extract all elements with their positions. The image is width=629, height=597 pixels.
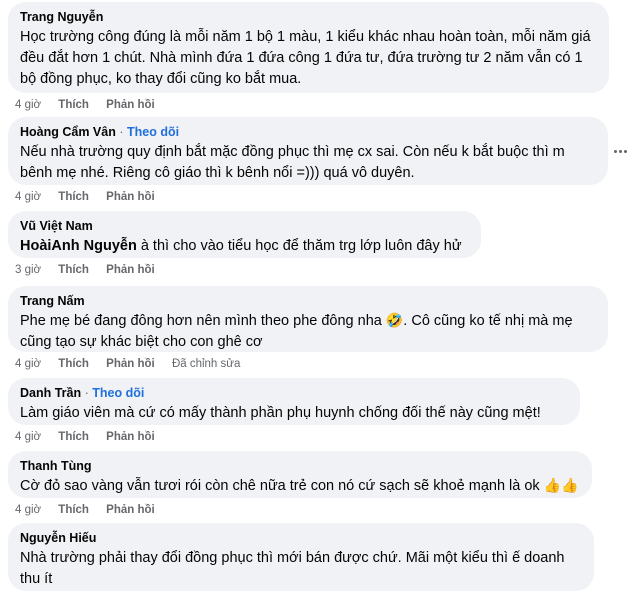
comment: Nguyễn Hiếu Nhà trường phải thay đổi đồn… [8, 523, 594, 591]
comment-time[interactable]: 4 giờ [15, 191, 41, 203]
edited-label[interactable]: Đã chỉnh sửa [172, 358, 240, 370]
comment: Hoàng Cẩm Vân · Theo dõi Nếu nhà trường … [8, 117, 608, 204]
comment-actions: 4 giờ Thích Phản hồi [8, 503, 592, 517]
like-button[interactable]: Thích [58, 358, 89, 370]
like-button[interactable]: Thích [58, 504, 89, 516]
comment: Trang Nguyễn Học trường công đúng là mỗi… [8, 2, 609, 112]
like-button[interactable]: Thích [58, 99, 89, 111]
comment: Danh Trần · Theo dõi Làm giáo viên mà cứ… [8, 378, 580, 444]
comment-author[interactable]: Trang Nguyễn [20, 9, 597, 25]
comment-text: Phe mẹ bé đang đông hơn nên mình theo ph… [20, 311, 596, 353]
like-button[interactable]: Thích [58, 191, 89, 203]
comment-text: Học trường công đúng là mỗi năm 1 bộ 1 m… [20, 29, 591, 87]
comment-text: HoàiAnh Nguyễn à thì cho vào tiểu học để… [20, 236, 469, 257]
comment-author-row: Hoàng Cẩm Vân · Theo dõi [20, 124, 596, 140]
comment-actions: 4 giờ Thích Phản hồi [8, 430, 580, 444]
comment-text: Cờ đỏ sao vàng vẫn tươi rói còn chê nữa … [20, 476, 580, 497]
comment-actions: 4 giờ Thích Phản hồi [8, 98, 609, 112]
comment-author-row: Danh Trần · Theo dõi [20, 385, 568, 401]
reply-button[interactable]: Phản hồi [106, 99, 155, 111]
comment-text: Làm giáo viên mà cứ có mấy thành phần ph… [20, 405, 541, 421]
comment: Vũ Việt Nam HoàiAnh Nguyễn à thì cho vào… [8, 211, 481, 277]
comment-actions: 4 giờ Thích Phản hồi Đã chỉnh sửa [8, 357, 608, 371]
comment-text-body: Cờ đỏ sao vàng vẫn tươi rói còn chê nữa … [20, 478, 540, 494]
comment-bubble: Nguyễn Hiếu Nhà trường phải thay đổi đồn… [8, 523, 594, 591]
comment-time[interactable]: 4 giờ [15, 358, 41, 370]
comment-bubble: Trang Nguyễn Học trường công đúng là mỗi… [8, 2, 609, 93]
comment-bubble: Trang Nấm Phe mẹ bé đang đông hơn nên mì… [8, 286, 608, 352]
comment: Trang Nấm Phe mẹ bé đang đông hơn nên mì… [8, 286, 608, 371]
comment-bubble: Vũ Việt Nam HoàiAnh Nguyễn à thì cho vào… [8, 211, 481, 258]
comment-time[interactable]: 3 giờ [15, 264, 41, 276]
separator-dot: · [119, 125, 124, 139]
comment-bubble: Danh Trần · Theo dõi Làm giáo viên mà cứ… [8, 378, 580, 425]
comment-text: Nhà trường phải thay đổi đồng phục thì m… [20, 550, 565, 587]
comment-author[interactable]: Trang Nấm [20, 293, 596, 309]
reply-button[interactable]: Phản hồi [106, 358, 155, 370]
like-button[interactable]: Thích [58, 264, 89, 276]
comment: Thanh Tùng Cờ đỏ sao vàng vẫn tươi rói c… [8, 451, 592, 517]
like-button[interactable]: Thích [58, 431, 89, 443]
rofl-emoji-icon: 🤣 [385, 313, 404, 329]
comment-text-body: à thì cho vào tiểu học để thăm trg lớp l… [136, 238, 462, 254]
comment-author[interactable]: Thanh Tùng [20, 458, 580, 474]
comment-author[interactable]: Vũ Việt Nam [20, 218, 469, 234]
comment-author[interactable]: Nguyễn Hiếu [20, 530, 582, 546]
follow-button[interactable]: Theo dõi [127, 125, 179, 139]
mention-link[interactable]: HoàiAnh Nguyễn [20, 238, 137, 254]
reply-button[interactable]: Phản hồi [106, 191, 155, 203]
comment-actions: 4 giờ Thích Phản hồi [8, 190, 608, 204]
comment-author[interactable]: Danh Trần [20, 386, 81, 400]
comment-text: Nếu nhà trường quy định bắt mặc đồng phụ… [20, 144, 565, 181]
separator-dot: · [84, 386, 89, 400]
comment-actions: 3 giờ Thích Phản hồi [8, 263, 481, 277]
comment-time[interactable]: 4 giờ [15, 504, 41, 516]
more-horizontal-icon[interactable] [614, 147, 628, 157]
comment-author[interactable]: Hoàng Cẩm Vân [20, 125, 116, 139]
comment-bubble: Thanh Tùng Cờ đỏ sao vàng vẫn tươi rói c… [8, 451, 592, 498]
comment-bubble: Hoàng Cẩm Vân · Theo dõi Nếu nhà trường … [8, 117, 608, 185]
thumbs-up-emoji-icon: 👍👍 [543, 478, 579, 494]
follow-button[interactable]: Theo dõi [92, 386, 144, 400]
comment-time[interactable]: 4 giờ [15, 431, 41, 443]
reply-button[interactable]: Phản hồi [106, 504, 155, 516]
comment-time[interactable]: 4 giờ [15, 99, 41, 111]
reply-button[interactable]: Phản hồi [106, 431, 155, 443]
reply-button[interactable]: Phản hồi [106, 264, 155, 276]
comment-text-body: Phe mẹ bé đang đông hơn nên mình theo ph… [20, 313, 382, 329]
